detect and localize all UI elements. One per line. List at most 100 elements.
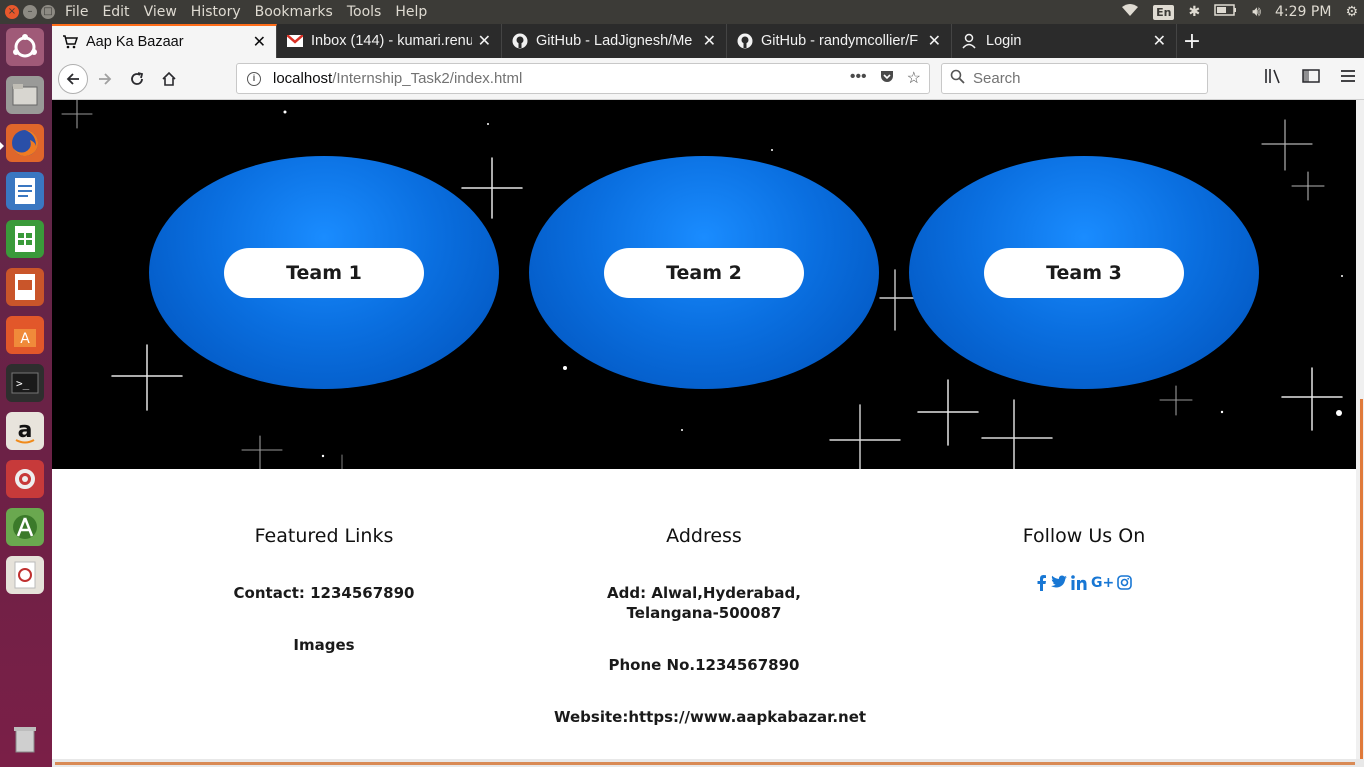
team-2-button[interactable]: Team 2 bbox=[604, 247, 804, 298]
android-studio-icon[interactable] bbox=[6, 508, 44, 546]
search-icon bbox=[950, 69, 965, 88]
volume-icon[interactable]: 🔊︎ bbox=[1252, 4, 1261, 20]
library-icon[interactable] bbox=[1264, 68, 1282, 88]
os-top-panel: × – □ File Edit View History Bookmarks T… bbox=[0, 0, 1364, 24]
menu-bookmarks[interactable]: Bookmarks bbox=[255, 4, 333, 20]
back-button[interactable] bbox=[58, 64, 88, 94]
close-icon[interactable]: ✕ bbox=[703, 31, 716, 51]
images-link[interactable]: Images bbox=[224, 635, 424, 655]
window-maximize-button[interactable]: □ bbox=[41, 5, 55, 19]
tab-title: GitHub - randymcollier/F bbox=[761, 33, 919, 49]
address-text: Add: Alwal,Hyderabad, Telangana-500087 bbox=[579, 583, 829, 623]
menu-history[interactable]: History bbox=[191, 4, 241, 20]
files-icon[interactable] bbox=[6, 76, 44, 114]
battery-icon[interactable] bbox=[1214, 4, 1238, 20]
horizontal-scroll-thumb[interactable] bbox=[55, 762, 1355, 765]
tab-github-randymcollier[interactable]: GitHub - randymcollier/F ✕ bbox=[727, 24, 952, 58]
tab-strip: Aap Ka Bazaar ✕ Inbox (144) - kumari.ren… bbox=[52, 24, 1364, 58]
tab-title: GitHub - LadJignesh/Me bbox=[536, 33, 693, 49]
search-placeholder: Search bbox=[973, 70, 1021, 87]
ubuntu-dash-icon[interactable] bbox=[6, 28, 44, 66]
text-editor-icon[interactable] bbox=[6, 556, 44, 594]
tab-aap-ka-bazaar[interactable]: Aap Ka Bazaar ✕ bbox=[52, 24, 277, 58]
svg-text:G+: G+ bbox=[1091, 575, 1113, 589]
featured-links-section: Featured Links Contact: 1234567890 Image… bbox=[224, 525, 424, 687]
google-plus-icon[interactable]: G+ bbox=[1091, 575, 1114, 595]
social-icons: G+ bbox=[994, 575, 1174, 595]
sidebar-icon[interactable] bbox=[1302, 68, 1320, 88]
vertical-scroll-thumb[interactable] bbox=[1360, 399, 1363, 759]
search-bar[interactable]: Search bbox=[941, 63, 1208, 94]
tab-github-ladjignesh[interactable]: GitHub - LadJignesh/Me ✕ bbox=[502, 24, 727, 58]
reload-button[interactable] bbox=[122, 64, 152, 94]
home-button[interactable] bbox=[154, 64, 184, 94]
menu-help[interactable]: Help bbox=[395, 4, 427, 20]
settings-icon[interactable] bbox=[6, 460, 44, 498]
featured-links-heading: Featured Links bbox=[254, 525, 394, 547]
bookmark-star-icon[interactable]: ☆ bbox=[907, 68, 921, 89]
hamburger-menu-icon[interactable] bbox=[1340, 68, 1356, 88]
menu-edit[interactable]: Edit bbox=[102, 4, 129, 20]
gmail-icon bbox=[287, 33, 303, 49]
trash-icon[interactable] bbox=[6, 720, 44, 758]
horizontal-scrollbar[interactable] bbox=[52, 759, 1364, 767]
instagram-icon[interactable] bbox=[1116, 575, 1132, 595]
navigation-toolbar: i localhost/Internship_Task2/index.html … bbox=[52, 58, 1364, 100]
address-heading: Address bbox=[666, 525, 742, 547]
url-bar[interactable]: i localhost/Internship_Task2/index.html … bbox=[236, 63, 930, 94]
linkedin-icon[interactable] bbox=[1070, 575, 1087, 595]
firefox-window: Aap Ka Bazaar ✕ Inbox (144) - kumari.ren… bbox=[52, 24, 1364, 767]
url-host: localhost bbox=[273, 70, 333, 87]
team-3-button[interactable]: Team 3 bbox=[984, 247, 1184, 298]
follow-us-heading: Follow Us On bbox=[1022, 525, 1146, 547]
website-text[interactable]: Website:https://www.aapkabazar.net bbox=[554, 707, 866, 727]
app-menubar: File Edit View History Bookmarks Tools H… bbox=[65, 4, 427, 20]
new-tab-button[interactable]: + bbox=[1177, 24, 1207, 58]
vertical-scrollbar[interactable] bbox=[1356, 100, 1364, 767]
team-3-card: Team 3 bbox=[909, 156, 1259, 389]
close-icon[interactable]: ✕ bbox=[253, 32, 266, 52]
facebook-icon[interactable] bbox=[1037, 575, 1047, 595]
tab-gmail-inbox[interactable]: Inbox (144) - kumari.renu ✕ bbox=[277, 24, 502, 58]
active-app-indicator bbox=[0, 142, 4, 150]
svg-text:A: A bbox=[20, 331, 30, 347]
close-icon[interactable]: ✕ bbox=[1153, 31, 1166, 51]
firefox-icon[interactable] bbox=[6, 124, 44, 162]
window-close-button[interactable]: × bbox=[5, 5, 19, 19]
forward-button[interactable] bbox=[90, 64, 120, 94]
more-actions-icon[interactable]: ••• bbox=[850, 68, 867, 89]
github-icon bbox=[737, 33, 753, 49]
bluetooth-icon[interactable]: ✱ bbox=[1188, 4, 1200, 20]
menu-view[interactable]: View bbox=[144, 4, 177, 20]
calc-icon[interactable] bbox=[6, 220, 44, 258]
cart-icon bbox=[62, 34, 78, 50]
keyboard-layout-indicator[interactable]: En bbox=[1153, 4, 1175, 20]
writer-icon[interactable] bbox=[6, 172, 44, 210]
amazon-icon[interactable]: a bbox=[6, 412, 44, 450]
menu-tools[interactable]: Tools bbox=[347, 4, 382, 20]
terminal-icon[interactable]: >_ bbox=[6, 364, 44, 402]
page-footer: Featured Links Contact: 1234567890 Image… bbox=[52, 469, 1356, 759]
gear-icon[interactable]: ⚙ bbox=[1345, 4, 1358, 20]
tab-title: Login bbox=[986, 33, 1022, 49]
phone-text: Phone No.1234567890 bbox=[608, 656, 800, 674]
contact-link[interactable]: Contact: 1234567890 bbox=[224, 583, 424, 603]
url-actions: ••• ☆ bbox=[850, 68, 921, 89]
team-2-card: Team 2 bbox=[529, 156, 879, 389]
toolbar-icons bbox=[1264, 68, 1356, 88]
info-icon[interactable]: i bbox=[247, 71, 261, 86]
impress-icon[interactable] bbox=[6, 268, 44, 306]
window-minimize-button[interactable]: – bbox=[23, 5, 37, 19]
software-center-icon[interactable]: A bbox=[6, 316, 44, 354]
menu-file[interactable]: File bbox=[65, 4, 88, 20]
wifi-icon[interactable] bbox=[1121, 3, 1139, 21]
page-viewport: Team 1 Team 2 Team 3 Featured Links Cont… bbox=[52, 100, 1364, 767]
twitter-icon[interactable] bbox=[1050, 575, 1067, 595]
window-controls: × – □ bbox=[5, 5, 65, 19]
team-1-button[interactable]: Team 1 bbox=[224, 247, 424, 298]
tab-login[interactable]: Login ✕ bbox=[952, 24, 1177, 58]
close-icon[interactable]: ✕ bbox=[478, 31, 491, 51]
clock[interactable]: 4:29 PM bbox=[1275, 4, 1331, 20]
pocket-icon[interactable] bbox=[879, 68, 895, 89]
close-icon[interactable]: ✕ bbox=[928, 31, 941, 51]
